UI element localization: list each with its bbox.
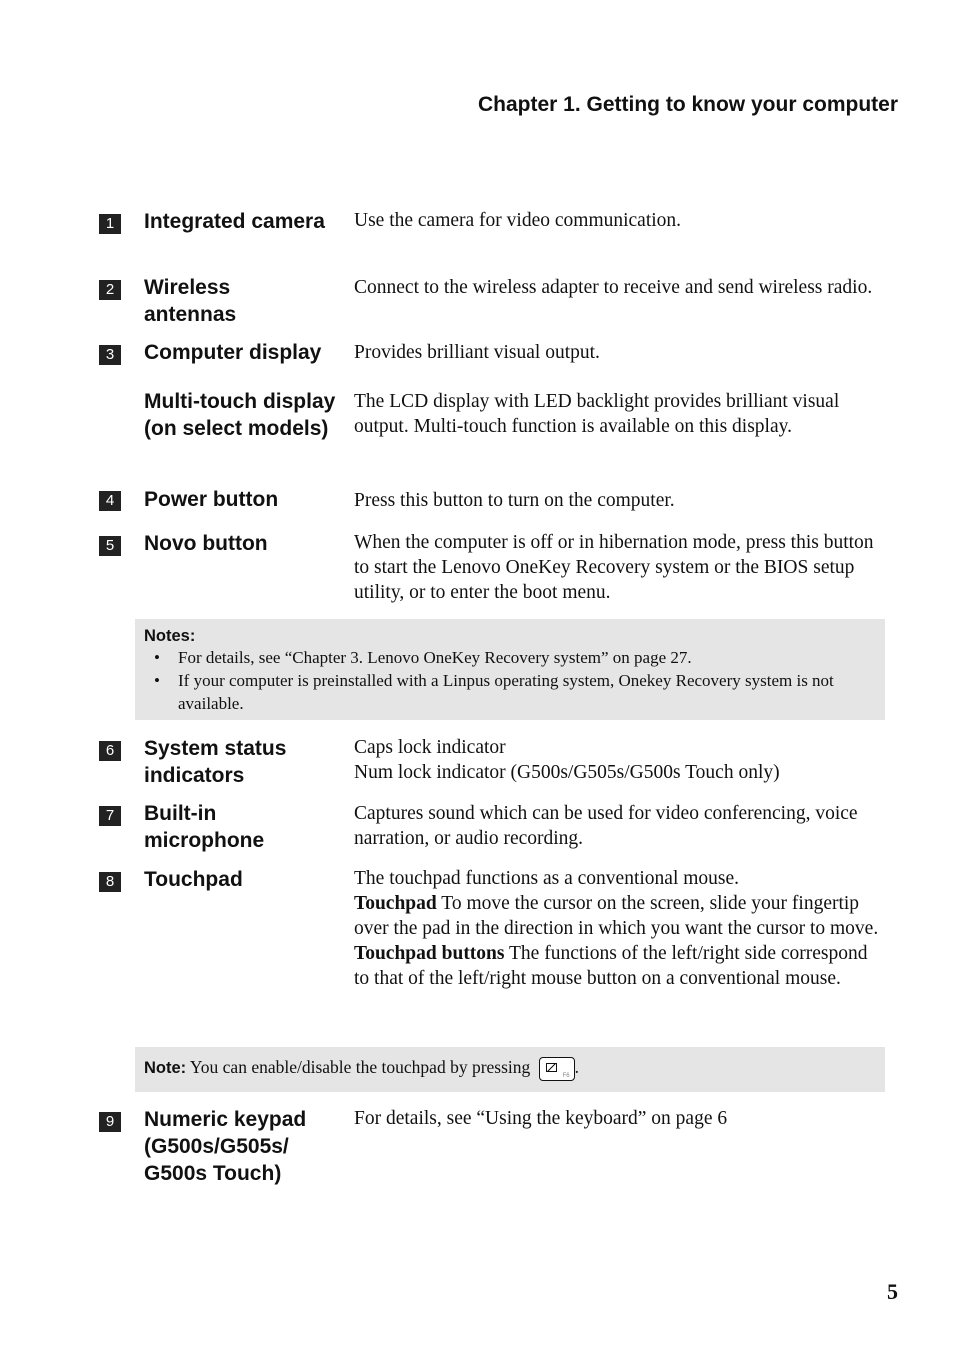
item-description: Connect to the wireless adapter to recei…: [354, 277, 873, 298]
description-touchpad-buttons: Touchpad buttons The functions of the le…: [354, 941, 879, 991]
item-term: Computer display: [144, 341, 322, 364]
key-fn-label: F6: [562, 1073, 570, 1079]
item-number-badge: 7: [99, 806, 121, 826]
subterm-label: Touchpad buttons: [354, 943, 505, 964]
item-term: Numeric keypad (G500s/G505s/ G500s Touch…: [144, 1108, 307, 1185]
bullet-icon: •: [154, 671, 160, 690]
page-number: 5: [887, 1279, 898, 1304]
item-description: Use the camera for video communication.: [354, 210, 682, 231]
item-number-badge: 4: [99, 491, 121, 511]
notes-box: Notes: • For details, see “Chapter 3. Le…: [135, 619, 885, 720]
item-term: Power button: [144, 488, 279, 511]
item-description: The touchpad functions as a conventional…: [354, 866, 879, 991]
item-number-badge: 3: [99, 345, 121, 365]
item-number-badge: 6: [99, 741, 121, 761]
item-term: Integrated camera: [144, 210, 325, 233]
notes-title: Notes:: [144, 627, 196, 645]
item-number-badge: 1: [99, 214, 121, 234]
notes-list: • For details, see “Chapter 3. Lenovo On…: [144, 646, 875, 715]
item-term: Touchpad: [144, 868, 243, 891]
touchpad-toggle-key-icon: F6: [538, 1057, 575, 1081]
item-term: Wireless antennas: [144, 276, 237, 326]
touchpad-note-trailing: .: [574, 1057, 580, 1078]
item-description: Press this button to turn on the compute…: [354, 490, 675, 511]
item-description: For details, see “Using the keyboard” on…: [354, 1108, 728, 1129]
chapter-header: Chapter 1. Getting to know your computer: [477, 93, 898, 116]
touchpad-note-text: You can enable/disable the touchpad by p…: [186, 1057, 531, 1078]
item-term: Multi-touch display (on select models): [144, 390, 336, 440]
item-description: Captures sound which can be used for vid…: [354, 803, 858, 849]
item-term: Built-in microphone: [144, 802, 265, 852]
item-term: Novo button: [144, 532, 268, 555]
description-line: Num lock indicator (G500s/G505s/G500s To…: [354, 762, 780, 783]
subterm-label: Touchpad: [354, 893, 437, 914]
touchpad-note-box: Note: You can enable/disable the touchpa…: [135, 1047, 885, 1092]
bullet-icon: •: [154, 648, 160, 667]
item-term: System status indicators: [144, 737, 287, 787]
description-intro: The touchpad functions as a conventional…: [354, 868, 740, 889]
item-number-badge: 9: [99, 1112, 121, 1132]
note-text: If your computer is preinstalled with a …: [178, 671, 834, 713]
item-description: When the computer is off or in hibernati…: [354, 532, 874, 603]
touchpad-note-label: Note:: [144, 1059, 187, 1078]
touchpad-disable-glyph-icon: [545, 1063, 557, 1072]
item-number-badge: 8: [99, 872, 121, 892]
description-line: Caps lock indicator: [354, 737, 506, 758]
item-description: Caps lock indicator Num lock indicator (…: [354, 735, 879, 785]
item-description: The LCD display with LED backlight provi…: [354, 391, 840, 437]
item-number-badge: 5: [99, 536, 121, 556]
note-text: For details, see “Chapter 3. Lenovo OneK…: [178, 648, 692, 667]
item-number-badge: 2: [99, 280, 121, 300]
note-bullet-item: • For details, see “Chapter 3. Lenovo On…: [144, 646, 875, 669]
item-description: Provides brilliant visual output.: [354, 342, 600, 363]
note-bullet-item: • If your computer is preinstalled with …: [144, 669, 875, 715]
description-touchpad: Touchpad To move the cursor on the scree…: [354, 891, 879, 941]
